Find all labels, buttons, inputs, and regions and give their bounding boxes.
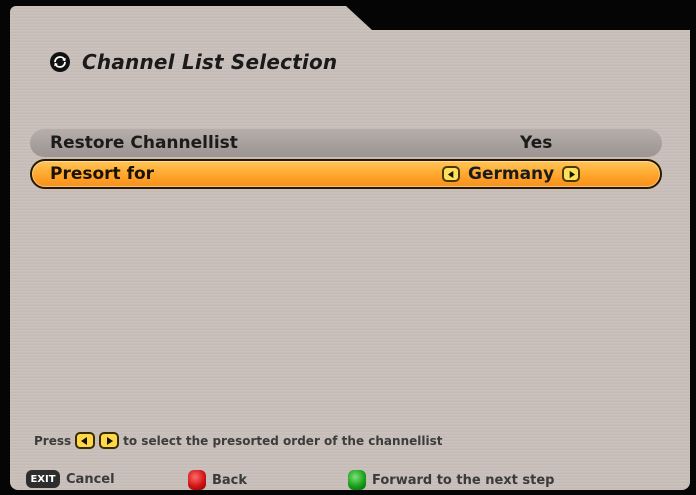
hint-text: Press to select the presorted order of t…: [34, 432, 442, 449]
circle-arrow-icon: [50, 52, 70, 72]
restore-channellist-value: Yes: [520, 133, 553, 153]
presort-for-row[interactable]: Presort for Germany: [30, 159, 662, 189]
page-title: Channel List Selection: [82, 50, 338, 74]
forward-label: Forward to the next step: [372, 472, 555, 488]
hint-prefix: Press: [34, 433, 72, 448]
exit-key-icon: EXIT: [26, 470, 60, 488]
left-arrow-icon: [75, 432, 96, 449]
cancel-button[interactable]: EXIT Cancel: [26, 470, 115, 488]
presort-for-value: Germany: [468, 164, 555, 184]
footer-bar: EXIT Cancel Back Forward to the next ste…: [10, 470, 690, 490]
cancel-label: Cancel: [66, 471, 115, 487]
page-title-area: Channel List Selection: [50, 50, 337, 74]
restore-channellist-row[interactable]: Restore Channellist Yes: [30, 129, 662, 157]
green-key-icon: [348, 470, 366, 490]
left-arrow-icon[interactable]: [442, 166, 460, 182]
presort-for-label: Presort for: [50, 164, 155, 184]
forward-button[interactable]: Forward to the next step: [348, 470, 554, 490]
right-arrow-icon[interactable]: [562, 166, 581, 182]
right-arrow-icon: [99, 432, 120, 449]
red-key-icon: [188, 470, 206, 490]
back-button[interactable]: Back: [188, 470, 247, 490]
back-label: Back: [212, 472, 248, 488]
menu-panel: Channel List Selection Restore Channelli…: [10, 6, 690, 490]
restore-channellist-label: Restore Channellist: [50, 133, 238, 153]
hint-suffix: to select the presorted order of the cha…: [123, 433, 443, 448]
presort-value-selector: Germany: [442, 164, 581, 184]
